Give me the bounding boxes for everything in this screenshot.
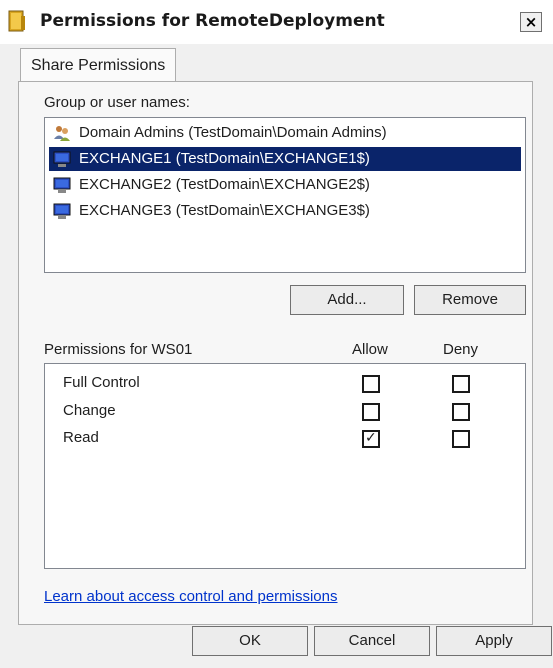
checkmark-icon: ✓ [365, 430, 377, 446]
deny-column-label: Deny [443, 341, 479, 358]
allow-column-label: Allow [352, 341, 388, 358]
shared-folder-icon [8, 10, 25, 32]
list-item-label: EXCHANGE2 (TestDomain\EXCHANGE2$) [79, 176, 370, 193]
list-item-domain-admins[interactable]: Domain Admins (TestDomain\Domain Admins) [49, 121, 521, 145]
checkbox-read-deny[interactable] [452, 430, 470, 448]
window-title: Permissions for RemoteDeployment [40, 11, 385, 31]
list-item-exchange1[interactable]: EXCHANGE1 (TestDomain\EXCHANGE1$) [49, 147, 521, 171]
group-list-label: Group or user names: [44, 94, 190, 111]
computer-icon [53, 151, 71, 167]
list-item-label: EXCHANGE1 (TestDomain\EXCHANGE1$) [79, 150, 370, 167]
checkbox-full-control-deny[interactable] [452, 375, 470, 393]
close-button[interactable]: × [520, 12, 542, 32]
tab-share-permissions[interactable]: Share Permissions [20, 48, 176, 82]
computer-icon [53, 203, 71, 219]
ok-button[interactable]: OK [192, 626, 308, 656]
list-item-label: EXCHANGE3 (TestDomain\EXCHANGE3$) [79, 202, 370, 219]
permissions-dialog: Permissions for RemoteDeployment × Share… [0, 0, 553, 668]
users-group-icon [54, 126, 70, 141]
checkbox-read-allow[interactable]: ✓ [362, 430, 380, 448]
permission-name-full-control: Full Control [63, 374, 140, 391]
list-item-label: Domain Admins (TestDomain\Domain Admins) [79, 124, 387, 141]
apply-button[interactable]: Apply [436, 626, 552, 656]
access-control-help-link[interactable]: Learn about access control and permissio… [44, 588, 338, 605]
list-item-exchange3[interactable]: EXCHANGE3 (TestDomain\EXCHANGE3$) [49, 199, 521, 223]
checkbox-change-allow[interactable] [362, 403, 380, 421]
permission-name-change: Change [63, 402, 116, 419]
computer-icon [53, 177, 71, 193]
permissions-header-label: Permissions for WS01 [44, 341, 193, 358]
add-button[interactable]: Add... [290, 285, 404, 315]
permissions-list: Full Control Change Read ✓ [44, 363, 526, 569]
permission-name-read: Read [63, 429, 99, 446]
cancel-button[interactable]: Cancel [314, 626, 430, 656]
title-bar: Permissions for RemoteDeployment × [0, 0, 553, 44]
checkbox-full-control-allow[interactable] [362, 375, 380, 393]
list-item-exchange2[interactable]: EXCHANGE2 (TestDomain\EXCHANGE2$) [49, 173, 521, 197]
remove-button[interactable]: Remove [414, 285, 526, 315]
checkbox-change-deny[interactable] [452, 403, 470, 421]
group-user-list[interactable]: Domain Admins (TestDomain\Domain Admins)… [44, 117, 526, 273]
